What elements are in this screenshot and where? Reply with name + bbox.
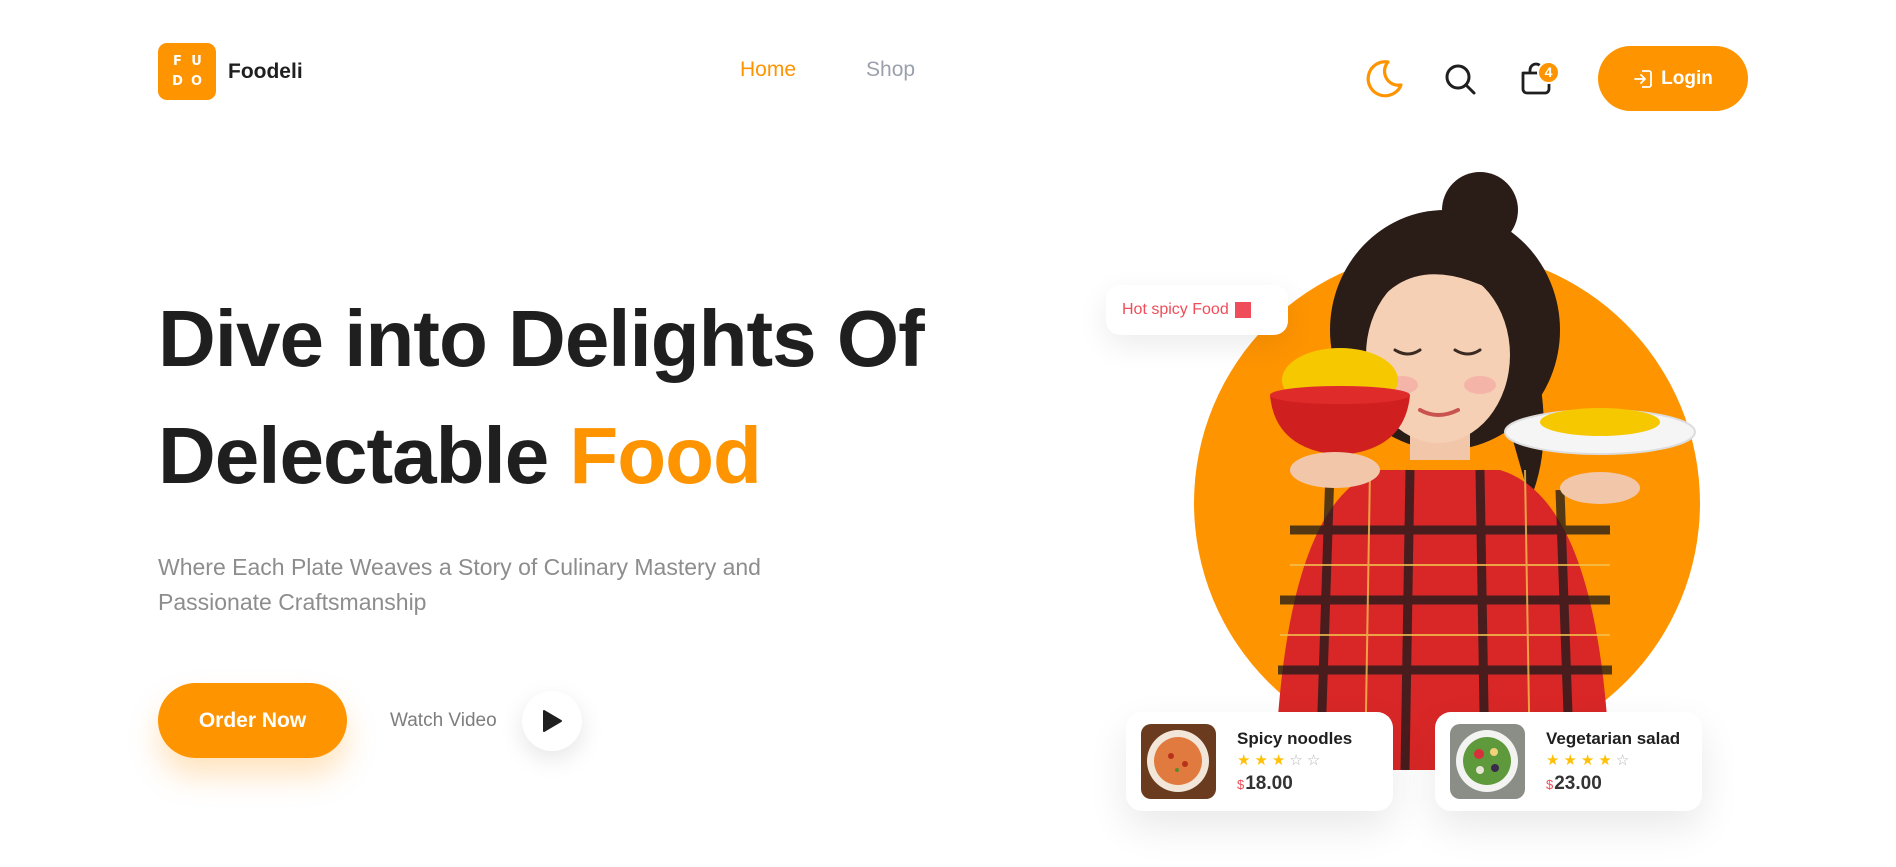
search-icon[interactable] [1436, 55, 1484, 103]
login-icon [1634, 69, 1653, 88]
food-price: $23.00 [1546, 773, 1680, 795]
hot-spicy-label: Hot spicy Food [1122, 301, 1229, 318]
moon-icon[interactable] [1360, 55, 1408, 103]
food-card-info: Vegetarian salad ★ ★ ★ ★ ☆ $23.00 [1546, 729, 1680, 795]
spicy-noodles-thumbnail [1141, 724, 1216, 799]
food-name: Spicy noodles [1237, 728, 1353, 748]
login-button[interactable]: Login [1598, 46, 1748, 111]
order-now-button[interactable]: Order Now [158, 683, 347, 758]
star-filled-icon: ★ [1254, 751, 1268, 769]
main-nav: Home Shop [740, 58, 915, 82]
brand-logo[interactable]: F U D O Foodeli [158, 43, 303, 100]
brand-name: Foodeli [228, 59, 303, 83]
nav-item-shop[interactable]: Shop [866, 58, 915, 82]
hero-title-line1: Dive into Delights Of [158, 294, 925, 383]
food-card-info: Spicy noodles ★ ★ ★ ☆ ☆ $18.00 [1237, 729, 1352, 795]
price-value: 18.00 [1245, 772, 1293, 794]
header-actions: 4 Login [1360, 46, 1748, 111]
woman-with-noodles-image [1270, 172, 1696, 770]
food-price: $18.00 [1237, 773, 1352, 795]
star-filled-icon: ★ [1237, 751, 1251, 769]
logo-letter: D [172, 73, 183, 89]
nav-item-home[interactable]: Home [740, 58, 796, 82]
cart-count-badge: 4 [1537, 60, 1560, 84]
hero-subtitle: Where Each Plate Weaves a Story of Culin… [158, 554, 761, 615]
star-rating: ★ ★ ★ ★ ☆ [1546, 751, 1680, 769]
food-name: Vegetarian salad [1546, 728, 1681, 748]
vegetarian-salad-thumbnail [1450, 724, 1525, 799]
hot-spicy-tag: Hot spicy Food [1106, 285, 1288, 335]
star-empty-icon: ☆ [1306, 751, 1321, 769]
star-filled-icon: ★ [1598, 751, 1612, 769]
price-currency: $ [1546, 776, 1554, 792]
star-filled-icon: ★ [1563, 751, 1577, 769]
watch-video-label[interactable]: Watch Video [390, 710, 497, 732]
star-empty-icon: ☆ [1615, 751, 1630, 769]
star-rating: ★ ★ ★ ☆ ☆ [1237, 751, 1352, 769]
site-header: F U D O Foodeli Home Shop 4 Login [0, 0, 1896, 145]
logo-letter: U [191, 54, 202, 70]
food-card-vegetarian-salad[interactable]: Vegetarian salad ★ ★ ★ ★ ☆ $23.00 [1435, 712, 1702, 811]
food-card-spicy-noodles[interactable]: Spicy noodles ★ ★ ★ ☆ ☆ $18.00 [1126, 712, 1393, 811]
price-currency: $ [1237, 776, 1245, 792]
login-label: Login [1661, 67, 1713, 89]
star-filled-icon: ★ [1271, 751, 1286, 769]
price-value: 23.00 [1554, 772, 1602, 794]
hero-title: Dive into Delights Of Delectable Food [158, 280, 1058, 514]
logo-letter: O [190, 73, 203, 89]
hero-title-line2: Delectable [158, 411, 570, 500]
logo-mark: F U D O [158, 43, 216, 100]
hot-spicy-marker [1234, 302, 1251, 318]
star-filled-icon: ★ [1546, 751, 1560, 769]
play-icon[interactable] [522, 691, 582, 751]
star-empty-icon: ☆ [1289, 751, 1303, 769]
logo-letter: F [173, 54, 182, 70]
shopping-bag-icon[interactable]: 4 [1512, 55, 1560, 103]
star-filled-icon: ★ [1580, 751, 1595, 769]
hero-title-accent: Food [569, 411, 761, 500]
